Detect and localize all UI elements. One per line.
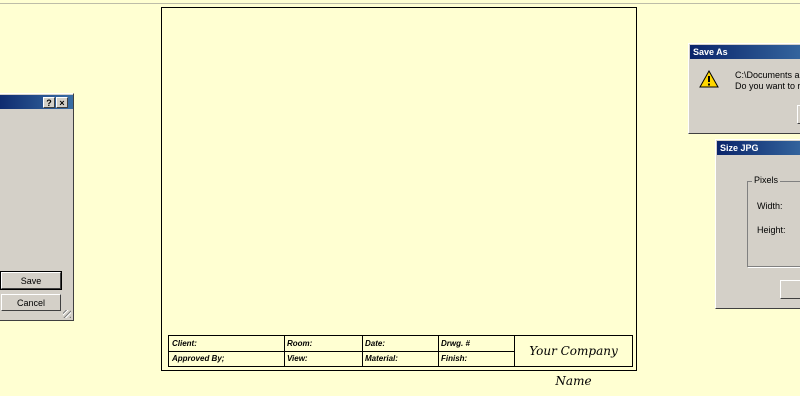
save-as-titlebar[interactable]: Save As (690, 45, 800, 59)
save-as-dialog[interactable]: Save As C:\Documents a Do you want to r (688, 43, 800, 134)
view-label: View: (287, 354, 308, 363)
close-icon[interactable]: × (56, 97, 68, 108)
pixels-groupbox (747, 181, 800, 267)
cancel-button[interactable]: Cancel (1, 294, 61, 311)
save-button[interactable]: Save (0, 271, 62, 290)
save-as-message-line2: Do you want to r (735, 81, 800, 91)
size-jpg-title: Size JPG (720, 143, 759, 153)
size-jpg-titlebar[interactable]: Size JPG (717, 141, 800, 155)
top-edge-line (0, 0, 800, 4)
save-as-title: Save As (693, 47, 728, 57)
finish-label: Finish: (441, 354, 468, 363)
save-as-message-line1: C:\Documents a (735, 70, 800, 80)
material-label: Material: (365, 354, 398, 363)
company-name: Your Company Name (529, 344, 618, 388)
pixels-group-label: Pixels (752, 175, 781, 185)
help-icon[interactable]: ? (43, 97, 55, 108)
date-label: Date: (365, 339, 386, 348)
title-block: Client: Room: Date: Drwg. # Approved By;… (168, 335, 633, 388)
warning-icon (699, 70, 719, 88)
resize-grip-icon[interactable] (63, 310, 71, 318)
client-label: Client: (172, 339, 197, 348)
drawing-sheet[interactable]: Client: Room: Date: Drwg. # Approved By;… (161, 7, 637, 388)
room-label: Room: (287, 339, 313, 348)
height-label: Height: (757, 225, 786, 235)
drawing-number-label: Drwg. # (441, 339, 470, 348)
approved-by-label: Approved By; (172, 354, 225, 363)
size-jpg-button[interactable] (780, 280, 800, 299)
size-jpg-dialog[interactable]: Size JPG Pixels Width: Height: (715, 139, 800, 309)
width-label: Width: (757, 201, 783, 211)
left-dialog[interactable]: ? × Save Cancel (0, 93, 74, 321)
